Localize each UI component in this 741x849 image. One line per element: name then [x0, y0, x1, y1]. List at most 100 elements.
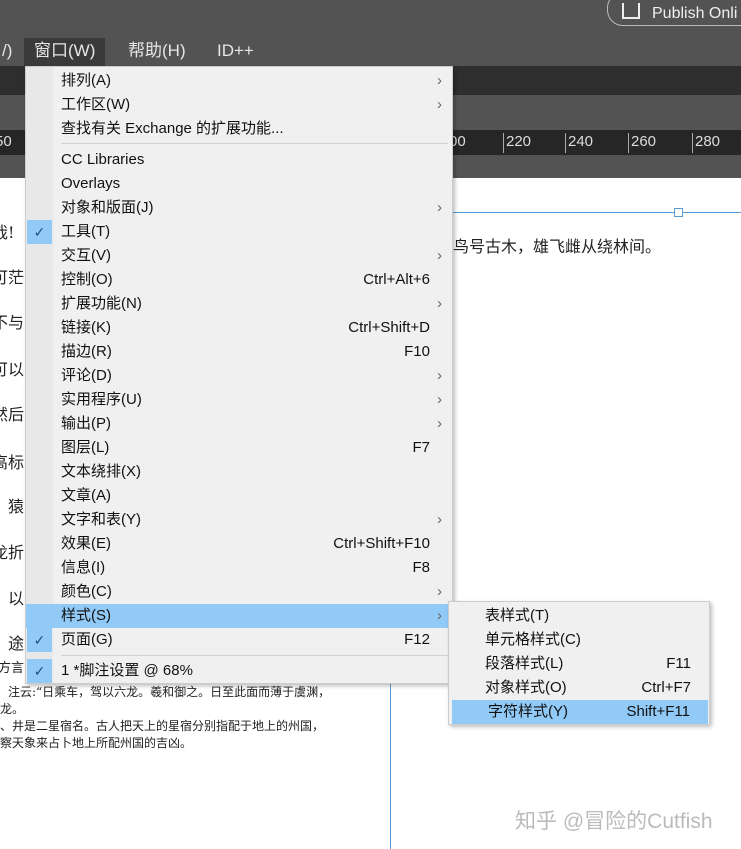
chevron-right-icon: › — [437, 607, 442, 624]
menu-item-label: 样式(S) — [61, 607, 111, 624]
publish-online-button[interactable]: Publish Onli — [607, 0, 741, 26]
footnote-line: 、井是二星宿名。古人把天上的星宿分别指配于地上的州国， — [0, 719, 325, 733]
chevron-right-icon: › — [437, 199, 442, 216]
chevron-right-icon: › — [437, 415, 442, 432]
watermark: 知乎 @冒险的Cutfish — [515, 810, 713, 833]
menu-item-label: 扩展功能(N) — [61, 295, 142, 312]
menu-item[interactable]: 信息(I) F8 — [26, 556, 452, 580]
menu-item[interactable]: 字符样式(Y) Shift+F11 — [452, 700, 708, 724]
publish-label: Publish Onli — [652, 5, 738, 22]
menu-item[interactable]: 单元格样式(C) — [449, 628, 709, 652]
menu-item[interactable]: 评论(D) › — [26, 364, 452, 388]
menu-item-label: 颜色(C) — [61, 583, 112, 600]
menu-item-label: 效果(E) — [61, 535, 111, 552]
menu-item-label: 交互(V) — [61, 247, 111, 264]
menu-item-label: 1 *脚注设置 @ 68% — [61, 662, 193, 679]
menu-item-shortcut: F10 — [404, 343, 430, 360]
chevron-right-icon: › — [437, 511, 442, 528]
ruler-tick: 220 — [503, 133, 531, 153]
menu-item[interactable]: Overlays — [26, 172, 452, 196]
document-text-fragment: 以 — [8, 589, 25, 608]
menu-item[interactable]: 输出(P) › — [26, 412, 452, 436]
menu-item-label: 文本绕排(X) — [61, 463, 141, 480]
menu-item[interactable]: 对象样式(O) Ctrl+F7 — [449, 676, 709, 700]
footnote-line: 龙。 — [0, 702, 25, 716]
menu-item-shortcut: F7 — [412, 439, 430, 456]
menu-item[interactable]: 工作区(W) › — [26, 93, 452, 117]
text-frame-edge — [453, 212, 741, 213]
menu-item[interactable]: 效果(E) Ctrl+Shift+F10 — [26, 532, 452, 556]
menu-item[interactable]: 文本绕排(X) — [26, 460, 452, 484]
menu-item-label: 查找有关 Exchange 的扩展功能... — [61, 120, 284, 137]
menu-item[interactable]: 控制(O) Ctrl+Alt+6 — [26, 268, 452, 292]
menu-item[interactable]: 对象和版面(J) › — [26, 196, 452, 220]
chevron-right-icon: › — [437, 247, 442, 264]
chevron-right-icon: › — [437, 391, 442, 408]
menu-item-label: 对象和版面(J) — [61, 199, 154, 216]
document-text-fragment: 龙折 — [0, 543, 25, 562]
menu-item-label: 输出(P) — [61, 415, 111, 432]
menu-item[interactable]: CC Libraries — [26, 148, 452, 172]
menu-item-label: 页面(G) — [61, 631, 113, 648]
menu-item[interactable]: 实用程序(U) › — [26, 388, 452, 412]
menu-item[interactable]: ✓ 工具(T) — [26, 220, 452, 244]
upload-icon — [622, 3, 640, 19]
menu-item-label: Overlays — [61, 175, 121, 192]
menu-item-label: 工作区(W) — [61, 96, 131, 113]
menu-item-label: 单元格样式(C) — [485, 631, 581, 648]
menu-item-label: 控制(O) — [61, 271, 113, 288]
chevron-right-icon: › — [437, 96, 442, 113]
menu-window[interactable]: 窗口(W) — [24, 38, 106, 66]
menu-item[interactable]: 链接(K) Ctrl+Shift+D — [26, 316, 452, 340]
menu-item-shortcut: F12 — [404, 631, 430, 648]
menu-item-shortcut: Ctrl+F7 — [641, 679, 691, 696]
check-icon: ✓ — [27, 628, 52, 652]
chevron-right-icon: › — [437, 295, 442, 312]
menu-item[interactable]: 文章(A) — [26, 484, 452, 508]
document-text-fragment: 然后 — [0, 405, 25, 424]
document-text-fragment: 哉! — [0, 223, 15, 242]
menu-item[interactable]: 查找有关 Exchange 的扩展功能... — [26, 117, 452, 141]
styles-submenu: 表样式(T) 单元格样式(C) 段落样式(L) F11 对象样式(O) Ctrl+F7 字符… — [448, 601, 710, 725]
document-text-fragment: 猿 — [8, 497, 25, 516]
menu-item[interactable]: 表样式(T) — [449, 604, 709, 628]
menu-item-shortcut: Shift+F11 — [626, 703, 690, 720]
document-text-fragment: 方言 — [0, 661, 25, 676]
document-text-fragment: 可茫 — [0, 268, 25, 287]
document-text-fragment: 高标 — [0, 453, 25, 472]
window-menu: 排列(A) › 工作区(W) › 查找有关 Exchange 的扩展功能... CC Li… — [25, 66, 453, 684]
menu-idpp[interactable]: ID++ — [207, 38, 264, 66]
menu-item[interactable]: 扩展功能(N) › — [26, 292, 452, 316]
menu-item[interactable]: 文字和表(Y) › — [26, 508, 452, 532]
menu-item[interactable]: 样式(S) › — [26, 604, 452, 628]
menu-item[interactable]: 图层(L) F7 — [26, 436, 452, 460]
menu-bar: /) 窗口(W) 帮助(H) ID++ — [0, 38, 741, 66]
check-icon: ✓ — [27, 220, 52, 244]
menu-item-label: 排列(A) — [61, 72, 111, 89]
menu-item[interactable]: 描边(R) F10 — [26, 340, 452, 364]
chevron-right-icon: › — [437, 583, 442, 600]
menu-help[interactable]: 帮助(H) — [118, 38, 196, 66]
menu-item-shortcut: F11 — [666, 655, 691, 672]
menu-item-shortcut: Ctrl+Shift+F10 — [333, 535, 430, 552]
menu-separator — [61, 143, 448, 144]
menu-item-label: 字符样式(Y) — [488, 703, 568, 720]
menu-item[interactable]: 颜色(C) › — [26, 580, 452, 604]
menu-item-label: 表样式(T) — [485, 607, 550, 624]
menu-item-label: CC Libraries — [61, 151, 145, 168]
menu-item-label: 对象样式(O) — [485, 679, 567, 696]
chevron-right-icon: › — [437, 367, 442, 384]
frame-handle[interactable] — [674, 208, 683, 217]
menu-item-label: 描边(R) — [61, 343, 112, 360]
menu-item[interactable]: 段落样式(L) F11 — [449, 652, 709, 676]
menu-view[interactable]: /) — [0, 38, 22, 66]
document-text-right: 鸟号古木，雄飞雌从绕林间。 — [453, 237, 662, 256]
menu-item[interactable]: ✓ 1 *脚注设置 @ 68% — [26, 659, 452, 683]
menu-item[interactable]: 交互(V) › — [26, 244, 452, 268]
ruler-tick: 240 — [565, 133, 593, 153]
menu-item[interactable]: 排列(A) › — [26, 69, 452, 93]
menu-item[interactable]: ✓ 页面(G) F12 — [26, 628, 452, 652]
document-text-fragment: 不与 — [0, 313, 25, 332]
chevron-right-icon: › — [437, 72, 442, 89]
ruler-tick: 260 — [628, 133, 656, 153]
